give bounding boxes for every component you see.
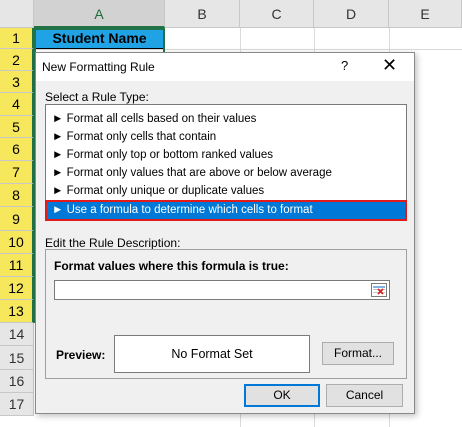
help-button[interactable]: ? xyxy=(341,58,348,73)
rule-type-list[interactable]: ► Format all cells based on their values… xyxy=(45,104,407,221)
row-header-13[interactable]: 13 xyxy=(0,300,34,323)
rule-type-item-selected[interactable]: ► Use a formula to determine which cells… xyxy=(45,200,407,221)
row-header-7[interactable]: 7 xyxy=(0,161,34,184)
new-formatting-rule-dialog: New Formatting Rule ? ✕ Select a Rule Ty… xyxy=(35,52,415,414)
rule-type-item[interactable]: ► Format only top or bottom ranked value… xyxy=(52,146,273,164)
cell-a1[interactable]: Student Name xyxy=(34,28,165,49)
row-header-3[interactable]: 3 xyxy=(0,71,34,93)
column-header-b[interactable]: B xyxy=(165,0,240,28)
row-header-11[interactable]: 11 xyxy=(0,254,34,277)
rule-description-group: Format values where this formula is true… xyxy=(45,249,407,379)
row-header-15[interactable]: 15 xyxy=(0,346,34,370)
row-header-5[interactable]: 5 xyxy=(0,116,34,138)
column-header-d[interactable]: D xyxy=(314,0,389,28)
format-button[interactable]: Format... xyxy=(322,342,394,365)
row-header-16[interactable]: 16 xyxy=(0,370,34,393)
range-select-icon[interactable] xyxy=(371,283,387,297)
formula-label: Format values where this formula is true… xyxy=(54,259,289,273)
column-header-c[interactable]: C xyxy=(240,0,314,28)
preview-label: Preview: xyxy=(56,348,106,362)
row-header-4[interactable]: 4 xyxy=(0,93,34,116)
formula-input[interactable] xyxy=(54,280,390,300)
row-header-2[interactable]: 2 xyxy=(0,49,34,71)
row-header-14[interactable]: 14 xyxy=(0,323,34,346)
rule-type-item[interactable]: ► Format only cells that contain xyxy=(52,128,216,146)
row-header-8[interactable]: 8 xyxy=(0,184,34,207)
row-header-9[interactable]: 9 xyxy=(0,207,34,231)
rule-type-selected-label: ► Use a formula to determine which cells… xyxy=(52,204,313,216)
rule-type-item[interactable]: ► Format only unique or duplicate values xyxy=(52,182,264,200)
cancel-button[interactable]: Cancel xyxy=(326,384,403,407)
select-all-corner[interactable] xyxy=(0,0,34,28)
rule-type-item[interactable]: ► Format only values that are above or b… xyxy=(52,164,332,182)
edit-rule-description-label: Edit the Rule Description: xyxy=(45,236,181,250)
row-header-6[interactable]: 6 xyxy=(0,138,34,161)
row-header-10[interactable]: 10 xyxy=(0,231,34,254)
dialog-title: New Formatting Rule xyxy=(42,60,155,74)
row-header-17[interactable]: 17 xyxy=(0,393,34,416)
column-header-a[interactable]: A xyxy=(34,0,165,28)
ok-button[interactable]: OK xyxy=(244,384,320,407)
dialog-titlebar[interactable]: New Formatting Rule ? ✕ xyxy=(36,53,414,81)
row-header-12[interactable]: 12 xyxy=(0,277,34,300)
format-preview: No Format Set xyxy=(114,335,310,373)
column-header-e[interactable]: E xyxy=(389,0,462,28)
row-header-1[interactable]: 1 xyxy=(0,28,34,49)
close-icon[interactable]: ✕ xyxy=(382,55,397,76)
select-rule-type-label: Select a Rule Type: xyxy=(45,90,149,104)
rule-type-item[interactable]: ► Format all cells based on their values xyxy=(52,110,256,128)
gridline xyxy=(34,49,462,50)
